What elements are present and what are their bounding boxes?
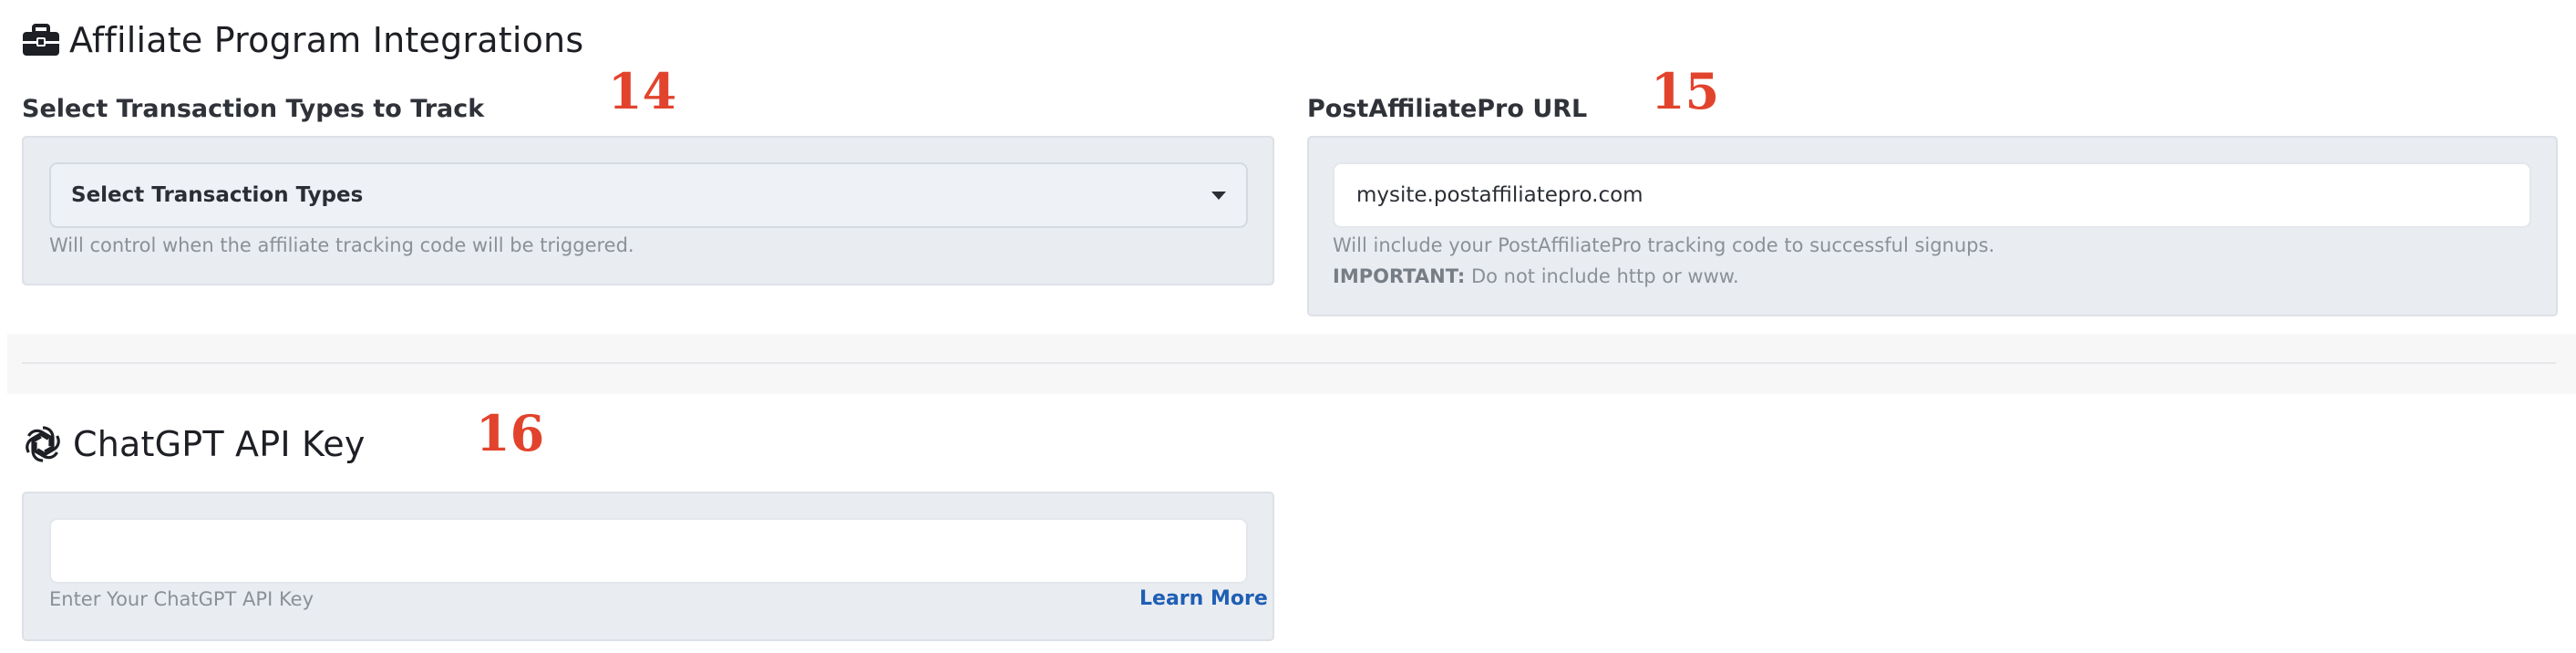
affiliate-title-text: Affiliate Program Integrations: [69, 20, 584, 60]
transaction-types-select[interactable]: Select Transaction Types: [49, 162, 1248, 228]
chatgpt-api-key-input[interactable]: [49, 518, 1248, 584]
learn-more-link[interactable]: Learn More: [1139, 587, 1268, 610]
annotation-16: 16: [476, 404, 545, 462]
openai-icon: [22, 423, 64, 465]
important-label: IMPORTANT:: [1333, 265, 1466, 287]
transaction-types-help: Will control when the affiliate tracking…: [49, 234, 634, 256]
section-divider: [22, 362, 2556, 364]
transaction-types-select-value: Select Transaction Types: [71, 183, 364, 207]
chatgpt-section-title: ChatGPT API Key: [22, 420, 366, 469]
pap-url-input[interactable]: [1333, 162, 2531, 228]
chatgpt-title-text: ChatGPT API Key: [73, 424, 366, 464]
pap-url-help: Will include your PostAffiliatePro track…: [1333, 234, 1995, 256]
briefcase-icon: [22, 24, 60, 57]
section-divider-band: [7, 334, 2576, 394]
annotation-14: 14: [608, 62, 677, 120]
chevron-down-icon: [1211, 192, 1226, 200]
important-text: Do not include http or www.: [1465, 265, 1739, 287]
chatgpt-help: Enter Your ChatGPT API Key: [49, 588, 314, 610]
pap-url-important: IMPORTANT: Do not include http or www.: [1333, 265, 1739, 287]
annotation-15: 15: [1651, 62, 1720, 120]
affiliate-section-title: Affiliate Program Integrations: [22, 16, 583, 64]
pap-url-label: PostAffiliatePro URL: [1307, 95, 1588, 123]
transaction-types-label: Select Transaction Types to Track: [22, 95, 485, 123]
